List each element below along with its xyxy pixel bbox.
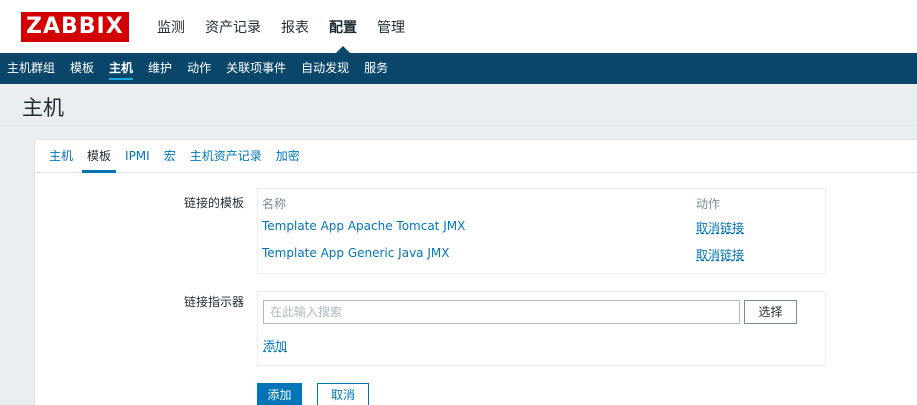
main-menu-monitoring[interactable]: 监测 (157, 18, 185, 38)
page-title: 主机 (22, 96, 64, 120)
sub-menu-event-correlation[interactable]: 关联项事件 (226, 53, 286, 84)
column-header-name: 名称 (262, 197, 287, 211)
sub-menu-actions[interactable]: 动作 (187, 53, 211, 84)
tab-host-inventory[interactable]: 主机资产记录 (190, 140, 262, 172)
add-button[interactable]: 添加 (257, 383, 302, 405)
tab-macros[interactable]: 宏 (164, 140, 176, 172)
column-header-action: 动作 (696, 197, 721, 211)
sub-menu-hosts[interactable]: 主机 (109, 53, 134, 84)
main-menu-reports[interactable]: 报表 (281, 18, 309, 38)
form-tabs: 主机 模板 IPMI 宏 主机资产记录 加密 (35, 140, 917, 173)
linked-templates-label: 链接的模板 (183, 196, 244, 210)
template-name-link[interactable]: Template App Apache Tomcat JMX (262, 219, 465, 233)
linked-templates-table: 名称 动作 Template App Apache Tomcat JMX 取消链… (257, 188, 826, 274)
main-menu-inventory[interactable]: 资产记录 (205, 18, 261, 38)
sub-menu-services[interactable]: 服务 (364, 53, 388, 84)
sub-menu: 主机群组 模板 主机 维护 动作 关联项事件 自动发现 服务 (0, 53, 917, 84)
cancel-button[interactable]: 取消 (317, 383, 369, 405)
sub-menu-maintenance[interactable]: 维护 (148, 53, 172, 84)
page-header: 主机 (0, 84, 917, 126)
tab-templates[interactable]: 模板 (82, 140, 117, 173)
unlink-button[interactable]: 取消链接 (696, 219, 744, 236)
tab-encryption[interactable]: 加密 (276, 140, 300, 172)
zabbix-logo[interactable]: ZABBIX (21, 12, 129, 42)
host-form-panel: 主机 模板 IPMI 宏 主机资产记录 加密 链接的模板 名称 动作 Templ… (34, 139, 917, 405)
main-menu-administration[interactable]: 管理 (377, 18, 405, 38)
main-menu: 监测 资产记录 报表 配置 管理 (157, 18, 425, 53)
link-new-templates-box: 选择 添加 (257, 291, 826, 366)
sub-menu-templates[interactable]: 模板 (70, 53, 94, 84)
unlink-button[interactable]: 取消链接 (696, 246, 744, 263)
tab-ipmi[interactable]: IPMI (125, 140, 150, 172)
add-template-link[interactable]: 添加 (263, 337, 287, 354)
top-navigation: ZABBIX 监测 资产记录 报表 配置 管理 (0, 0, 917, 53)
template-search-input[interactable] (263, 300, 740, 324)
template-name-link[interactable]: Template App Generic Java JMX (262, 246, 449, 260)
select-button[interactable]: 选择 (744, 300, 797, 324)
link-new-templates-label: 链接指示器 (183, 295, 244, 309)
sub-menu-discovery[interactable]: 自动发现 (301, 53, 349, 84)
tab-host[interactable]: 主机 (49, 140, 73, 172)
main-menu-configuration[interactable]: 配置 (329, 18, 357, 53)
sub-menu-host-groups[interactable]: 主机群组 (7, 53, 55, 84)
